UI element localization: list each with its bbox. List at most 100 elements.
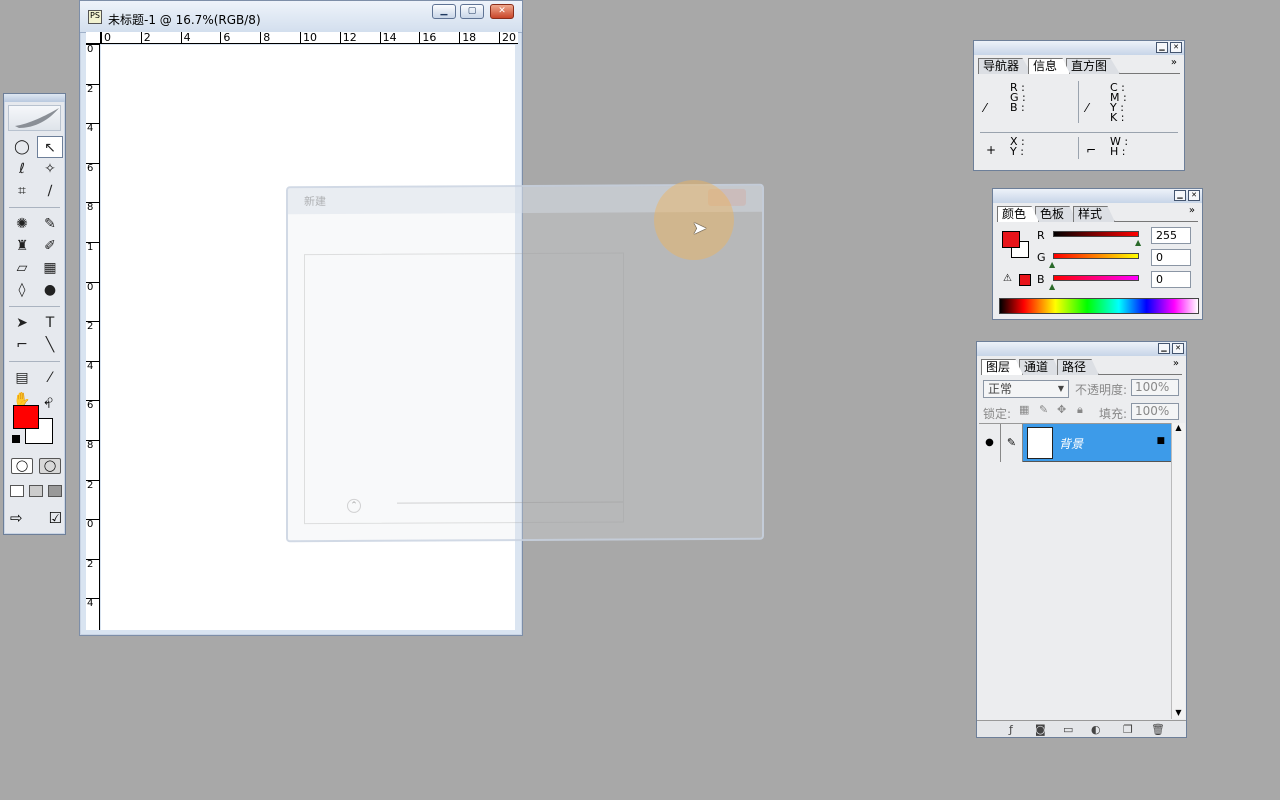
eyedropper-tool-icon[interactable]: ⁄ bbox=[37, 367, 63, 389]
close-button[interactable]: ✕ bbox=[490, 4, 514, 19]
history-brush-tool-icon[interactable]: ✐ bbox=[37, 235, 63, 257]
document-titlebar[interactable]: PS 未标题-1 @ 16.7%(RGB/8) ▁ ▢ ✕ bbox=[80, 1, 522, 33]
screen-mode-standard-icon[interactable] bbox=[10, 485, 24, 497]
channel-value-input[interactable] bbox=[1151, 249, 1191, 266]
move-tool-icon[interactable]: ↖ bbox=[37, 136, 63, 158]
slider-track[interactable] bbox=[1053, 231, 1139, 237]
palette-close-button[interactable]: ✕ bbox=[1170, 42, 1182, 53]
tab-layer-tabs-1[interactable]: 通道 bbox=[1019, 359, 1062, 375]
marquee-tool-icon[interactable]: ◯ bbox=[9, 136, 35, 158]
screen-mode-fullmenu-icon[interactable] bbox=[29, 485, 43, 497]
adjustment-layer-icon[interactable]: ◐ bbox=[1091, 723, 1101, 736]
layer-mask-icon[interactable]: ◙ bbox=[1035, 723, 1046, 736]
lasso-tool-icon[interactable]: ℓ bbox=[9, 158, 35, 180]
minimize-button[interactable]: ▁ bbox=[432, 4, 456, 19]
lock-transparent-icon[interactable]: ▦ bbox=[1019, 403, 1029, 416]
fill-input[interactable]: 100% bbox=[1131, 403, 1179, 420]
chevron-up-icon[interactable]: ⌃ bbox=[347, 498, 361, 513]
slider-thumb-icon[interactable]: ▲ bbox=[1049, 282, 1055, 291]
healing-brush-tool-icon[interactable]: ✺ bbox=[9, 213, 35, 235]
toolbox-header[interactable] bbox=[4, 94, 65, 102]
layers-scrollbar[interactable]: ▲ ▼ bbox=[1171, 423, 1185, 719]
layers-palette-header[interactable]: ▁ ✕ bbox=[977, 342, 1186, 356]
tab-info-tabs-1[interactable]: 信息 bbox=[1028, 58, 1071, 74]
color-palette-header[interactable]: ▁ ✕ bbox=[993, 189, 1202, 203]
color-foreground-swatch[interactable] bbox=[1002, 231, 1020, 248]
tab-layer-tabs-2[interactable]: 路径 bbox=[1057, 359, 1100, 375]
slider-track[interactable] bbox=[1053, 253, 1139, 259]
palette-minimize-button[interactable]: ▁ bbox=[1174, 190, 1186, 201]
palette-minimize-button[interactable]: ▁ bbox=[1156, 42, 1168, 53]
slider-track[interactable] bbox=[1053, 275, 1139, 281]
layer-style-icon[interactable]: ƒ bbox=[1009, 723, 1013, 736]
magic-wand-tool-icon[interactable]: ✧ bbox=[37, 158, 63, 180]
gamut-warning-icon[interactable]: ⚠ bbox=[1003, 273, 1012, 284]
layers-palette: ▁ ✕ » 图层 通道 路径 正常 ▼ 不透明度: 100% 锁定: ▦ ✎ ✥ 🔒… bbox=[976, 341, 1187, 738]
scroll-up-icon[interactable]: ▲ bbox=[1172, 423, 1185, 432]
palette-close-button[interactable]: ✕ bbox=[1172, 343, 1184, 354]
default-colors-icon[interactable]: . bbox=[12, 435, 20, 443]
line-tool-icon[interactable]: ╲ bbox=[37, 334, 63, 356]
opacity-input[interactable]: 100% bbox=[1131, 379, 1179, 396]
eye-icon[interactable]: ● bbox=[979, 424, 1001, 462]
tab-color-tabs-1[interactable]: 色板 bbox=[1035, 206, 1078, 222]
palette-minimize-button[interactable]: ▁ bbox=[1158, 343, 1170, 354]
swap-colors-icon[interactable]: ↰ bbox=[43, 400, 51, 411]
info-palette-header[interactable]: ▁ ✕ bbox=[974, 41, 1184, 55]
palette-menu-icon[interactable]: » bbox=[1189, 205, 1195, 216]
blend-mode-value: 正常 bbox=[988, 382, 1013, 396]
gradient-tool-icon[interactable]: ▦ bbox=[37, 257, 63, 279]
layer-link-brush-icon[interactable]: ✎ bbox=[1001, 424, 1023, 462]
ruler-tick-label: 6 bbox=[220, 32, 230, 43]
stamp-tool-icon[interactable]: ♜ bbox=[9, 235, 35, 257]
path-select-tool-icon[interactable]: ➤ bbox=[9, 312, 35, 334]
channel-value-input[interactable] bbox=[1151, 271, 1191, 288]
maximize-button[interactable]: ▢ bbox=[460, 4, 484, 19]
pen-tool-icon[interactable]: ⌐ bbox=[9, 334, 35, 356]
blend-mode-select[interactable]: 正常 ▼ bbox=[983, 380, 1069, 398]
slice-tool-icon[interactable]: ∕ bbox=[37, 180, 63, 202]
slider-thumb-icon[interactable]: ▲ bbox=[1135, 238, 1141, 247]
ruler-tick-label: 16 bbox=[419, 32, 436, 43]
tab-layer-tabs-0[interactable]: 图层 bbox=[981, 359, 1024, 375]
lock-image-icon[interactable]: ✎ bbox=[1039, 403, 1048, 416]
screen-mode-full-icon[interactable] bbox=[48, 485, 62, 497]
eraser-tool-icon[interactable]: ▱ bbox=[9, 257, 35, 279]
horizontal-ruler[interactable]: 0 2 4 6 8 10 12 14 16 18 20 bbox=[101, 32, 518, 44]
palette-menu-icon[interactable]: » bbox=[1171, 57, 1177, 68]
notes-tool-icon[interactable]: ▤ bbox=[9, 367, 35, 389]
tab-color-tabs-0[interactable]: 颜色 bbox=[997, 206, 1040, 222]
dodge-tool-icon[interactable]: ● bbox=[37, 279, 63, 301]
brush-tool-icon[interactable]: ✎ bbox=[37, 213, 63, 235]
gamut-color-swatch[interactable] bbox=[1019, 274, 1031, 286]
type-tool-icon[interactable]: T bbox=[37, 312, 63, 334]
trash-icon[interactable]: 🗑︎ bbox=[1151, 723, 1165, 736]
feather-logo-icon[interactable] bbox=[8, 105, 61, 131]
slider-label: B bbox=[1037, 273, 1045, 286]
lock-all-icon[interactable]: 🔒︎ bbox=[1077, 403, 1083, 417]
scroll-down-icon[interactable]: ▼ bbox=[1172, 708, 1185, 717]
document-title: 未标题-1 @ 16.7%(RGB/8) bbox=[108, 13, 261, 27]
new-group-icon[interactable]: ▭ bbox=[1063, 723, 1073, 736]
fill-label: 填充: bbox=[1099, 407, 1128, 421]
palette-close-button[interactable]: ✕ bbox=[1188, 190, 1200, 201]
standard-mode-icon[interactable]: ◯ bbox=[11, 458, 33, 474]
palette-menu-icon[interactable]: » bbox=[1173, 358, 1179, 369]
color-spectrum-bar[interactable] bbox=[999, 298, 1199, 314]
checkbox-tool-icon[interactable]: ☑ bbox=[49, 509, 62, 527]
crop-tool-icon[interactable]: ⌗ bbox=[9, 180, 35, 202]
lock-position-icon[interactable]: ✥ bbox=[1057, 403, 1066, 416]
jump-to-imageready-icon[interactable]: ⇨ bbox=[10, 509, 23, 527]
channel-value-input[interactable] bbox=[1151, 227, 1191, 244]
blur-tool-icon[interactable]: ◊ bbox=[9, 279, 35, 301]
tab-info-tabs-2[interactable]: 直方图 bbox=[1066, 58, 1121, 74]
foreground-color-swatch[interactable] bbox=[13, 405, 39, 429]
ruler-origin[interactable] bbox=[86, 32, 101, 44]
tab-color-tabs-2[interactable]: 样式 bbox=[1073, 206, 1116, 222]
new-layer-icon[interactable]: ❐ bbox=[1123, 723, 1133, 736]
quick-mask-mode-icon[interactable]: ◯ bbox=[39, 458, 61, 474]
vertical-ruler[interactable]: 0246810246820246828 bbox=[86, 44, 100, 630]
slider-thumb-icon[interactable]: ▲ bbox=[1049, 260, 1055, 269]
tab-info-tabs-0[interactable]: 导航器 bbox=[978, 58, 1033, 74]
layer-row[interactable]: ● ✎ 背景 ■ bbox=[979, 424, 1171, 462]
